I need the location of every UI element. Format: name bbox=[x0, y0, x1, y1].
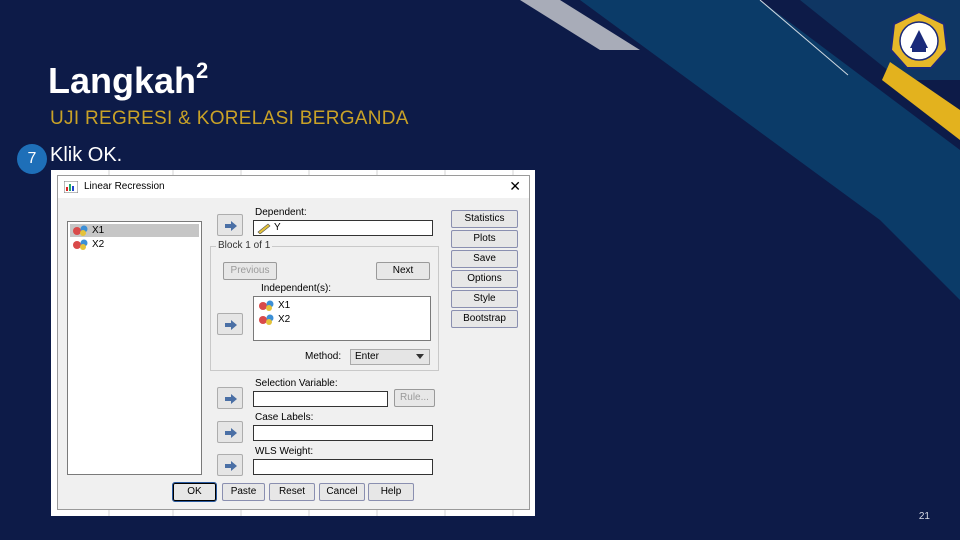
scale-variable-icon bbox=[73, 239, 88, 250]
previous-button[interactable]: Previous bbox=[223, 262, 277, 280]
list-item[interactable]: X2 bbox=[70, 238, 199, 251]
move-to-case-labels-button[interactable] bbox=[217, 421, 243, 443]
title-superscript: 2 bbox=[196, 58, 209, 83]
move-to-selection-button[interactable] bbox=[217, 387, 243, 409]
rule-button[interactable]: Rule... bbox=[394, 389, 435, 407]
independent-label: Independent(s): bbox=[261, 283, 332, 294]
linear-regression-dialog: Linear Recression ✕ X1 X2 Dependent: Y B… bbox=[57, 175, 530, 510]
next-button[interactable]: Next bbox=[376, 262, 430, 280]
move-to-dependent-button[interactable] bbox=[217, 214, 243, 236]
move-to-wls-button[interactable] bbox=[217, 454, 243, 476]
wls-weight-label: WLS Weight: bbox=[255, 446, 314, 457]
step-number-badge: 7 bbox=[17, 144, 47, 174]
page-number: 21 bbox=[918, 511, 930, 522]
dialog-titlebar: Linear Recression ✕ bbox=[58, 176, 529, 198]
plots-button[interactable]: Plots bbox=[451, 230, 518, 248]
wls-weight-field[interactable] bbox=[253, 459, 433, 475]
independent-list[interactable]: X1 X2 bbox=[253, 296, 431, 341]
chevron-down-icon bbox=[416, 354, 424, 359]
method-label: Method: bbox=[305, 351, 342, 362]
scale-variable-icon bbox=[73, 225, 88, 236]
case-labels-field[interactable] bbox=[253, 425, 433, 441]
ok-button[interactable]: OK bbox=[172, 482, 217, 502]
dialog-title: Linear Recression bbox=[84, 181, 165, 192]
save-button[interactable]: Save bbox=[451, 250, 518, 268]
slide-subtitle: UJI REGRESI & KORELASI BERGANDA bbox=[50, 108, 409, 129]
statistics-button[interactable]: Statistics bbox=[451, 210, 518, 228]
arrow-right-icon bbox=[225, 461, 237, 471]
reset-button[interactable]: Reset bbox=[269, 483, 315, 501]
style-button[interactable]: Style bbox=[451, 290, 518, 308]
selection-variable-field[interactable] bbox=[253, 391, 388, 407]
list-item[interactable]: X1 bbox=[256, 299, 290, 312]
case-labels-label: Case Labels: bbox=[255, 412, 314, 423]
scale-ruler-icon bbox=[257, 223, 271, 234]
step-instruction: Klik OK. bbox=[50, 144, 123, 166]
dependent-label: Dependent: bbox=[255, 207, 307, 218]
cancel-button[interactable]: Cancel bbox=[319, 483, 365, 501]
arrow-right-icon bbox=[225, 221, 237, 231]
list-item[interactable]: X2 bbox=[256, 313, 290, 326]
slide-title: Langkah2 bbox=[48, 58, 209, 101]
options-button[interactable]: Options bbox=[451, 270, 518, 288]
help-button[interactable]: Help bbox=[368, 483, 414, 501]
arrow-right-icon bbox=[225, 428, 237, 438]
spss-app-icon bbox=[64, 181, 78, 193]
scale-variable-icon bbox=[259, 314, 274, 325]
method-select[interactable]: Enter bbox=[350, 349, 430, 365]
paste-button[interactable]: Paste bbox=[222, 483, 265, 501]
selection-variable-label: Selection Variable: bbox=[255, 378, 338, 389]
arrow-right-icon bbox=[225, 394, 237, 404]
variable-list[interactable]: X1 X2 bbox=[67, 221, 202, 475]
scale-variable-icon bbox=[259, 300, 274, 311]
close-icon[interactable]: ✕ bbox=[509, 179, 521, 193]
spss-screenshot: Linear Recression ✕ X1 X2 Dependent: Y B… bbox=[51, 170, 535, 516]
list-item[interactable]: X1 bbox=[70, 224, 199, 237]
dependent-field[interactable]: Y bbox=[253, 220, 433, 236]
bootstrap-button[interactable]: Bootstrap bbox=[451, 310, 518, 328]
block-label: Block 1 of 1 bbox=[216, 240, 273, 251]
institution-logo-icon bbox=[889, 10, 949, 69]
